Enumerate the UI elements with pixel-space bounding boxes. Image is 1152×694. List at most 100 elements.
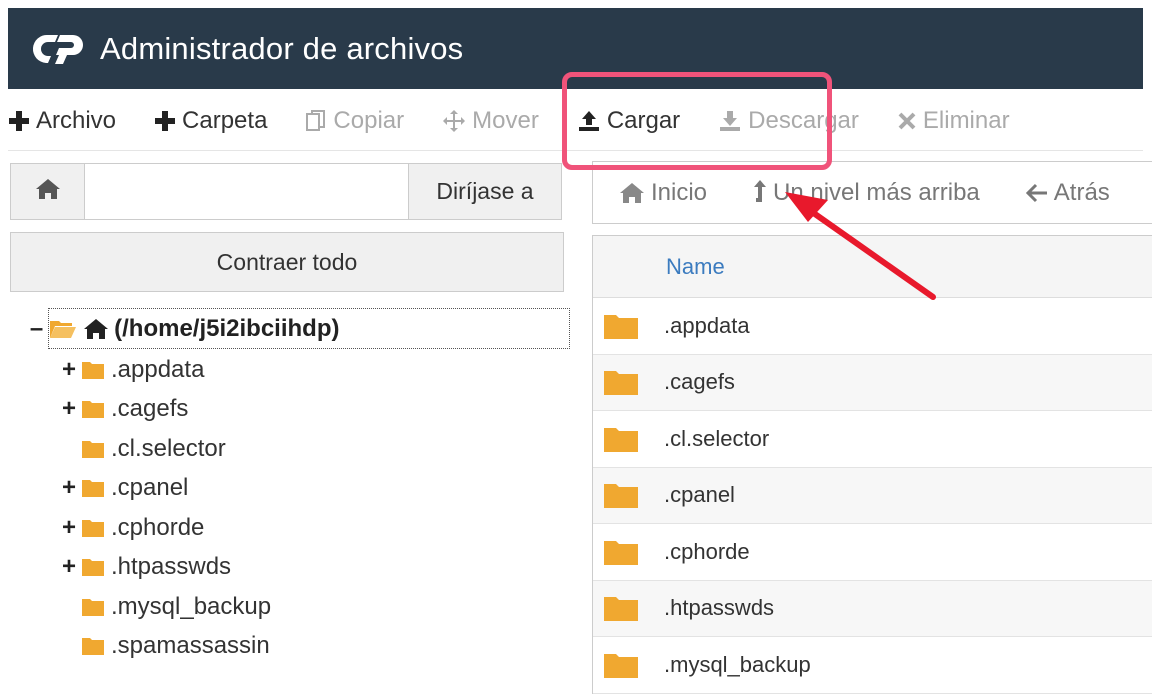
folder-icon bbox=[81, 597, 105, 617]
folder-tree: – (/home/j5i2ibciihdp) + .appdata + .cagefs… bbox=[25, 307, 570, 666]
up-level-link[interactable]: Un nivel más arriba bbox=[753, 179, 980, 207]
home-link[interactable]: Inicio bbox=[619, 179, 707, 207]
folder-icon bbox=[603, 368, 639, 396]
expand-toggle[interactable]: + bbox=[57, 356, 81, 384]
tree-item-label: .cl.selector bbox=[111, 434, 226, 462]
folder-icon bbox=[603, 594, 639, 622]
tree-item-label: .cpanel bbox=[111, 474, 189, 502]
delete-button[interactable]: Eliminar bbox=[897, 107, 1010, 135]
table-row[interactable]: .htpasswds bbox=[593, 580, 1152, 637]
folder-icon bbox=[603, 538, 639, 566]
expand-toggle[interactable]: + bbox=[57, 514, 81, 542]
toolbar: Archivo Carpeta Copiar Mover Cargar Desc… bbox=[8, 93, 1143, 148]
expand-toggle[interactable]: + bbox=[57, 395, 81, 423]
cpanel-logo bbox=[32, 34, 83, 64]
table-row[interactable]: .cl.selector bbox=[593, 411, 1152, 468]
page-title: Administrador de archivos bbox=[100, 30, 464, 66]
folder-icon bbox=[603, 425, 639, 453]
expand-toggle[interactable]: + bbox=[57, 474, 81, 502]
collapse-toggle[interactable]: – bbox=[25, 315, 48, 343]
file-name: .appdata bbox=[664, 312, 750, 338]
home-icon bbox=[35, 178, 61, 205]
file-name: .htpasswds bbox=[664, 595, 775, 621]
toolbar-divider bbox=[8, 150, 1143, 151]
table-row[interactable]: .cagefs bbox=[593, 354, 1152, 411]
new-folder-button[interactable]: Carpeta bbox=[154, 107, 267, 135]
folder-icon bbox=[81, 360, 105, 380]
tree-item-label: .htpasswds bbox=[111, 553, 232, 581]
close-icon bbox=[897, 111, 917, 131]
expand-toggle[interactable]: + bbox=[57, 553, 81, 581]
delete-label: Eliminar bbox=[922, 106, 1010, 134]
back-link[interactable]: Atrás bbox=[1025, 178, 1110, 207]
move-icon bbox=[442, 109, 466, 133]
plus-icon bbox=[8, 110, 30, 132]
tree-item[interactable]: + .htpasswds bbox=[57, 548, 570, 588]
go-button[interactable]: Diríjase a bbox=[408, 164, 561, 219]
file-name: .mysql_backup bbox=[664, 651, 811, 677]
tree-item[interactable]: + .appdata bbox=[57, 350, 570, 390]
tree-item-label: .cagefs bbox=[111, 395, 189, 423]
new-folder-label: Carpeta bbox=[182, 106, 268, 134]
path-navigator: Diríjase a bbox=[10, 163, 562, 220]
path-input[interactable] bbox=[85, 164, 408, 219]
tree-root[interactable]: – (/home/j5i2ibciihdp) bbox=[25, 307, 570, 350]
table-header: Name bbox=[593, 236, 1152, 298]
folder-icon bbox=[603, 481, 639, 509]
folder-icon bbox=[81, 439, 105, 459]
folder-icon bbox=[81, 399, 105, 419]
file-name: .cpanel bbox=[664, 482, 735, 508]
back-label: Atrás bbox=[1053, 178, 1110, 206]
upload-label: Cargar bbox=[606, 106, 681, 134]
upload-icon bbox=[577, 109, 601, 133]
home-icon bbox=[619, 182, 645, 204]
tree-item-label: .spamassassin bbox=[111, 632, 270, 660]
directory-nav: Inicio Un nivel más arriba Atrás bbox=[592, 161, 1152, 224]
move-label: Mover bbox=[472, 106, 539, 134]
upload-button[interactable]: Cargar bbox=[577, 107, 680, 135]
tree-item[interactable]: .spamassassin bbox=[57, 627, 570, 667]
download-label: Descargar bbox=[748, 106, 859, 134]
move-button[interactable]: Mover bbox=[442, 107, 539, 135]
download-button[interactable]: Descargar bbox=[718, 107, 859, 135]
copy-label: Copiar bbox=[333, 106, 405, 134]
plus-icon bbox=[154, 110, 176, 132]
download-icon bbox=[718, 109, 742, 133]
file-name: .cl.selector bbox=[664, 425, 770, 451]
folder-icon bbox=[81, 557, 105, 577]
home-link-label: Inicio bbox=[651, 178, 708, 206]
app-header: Administrador de archivos bbox=[8, 8, 1143, 89]
tree-item[interactable]: .mysql_backup bbox=[57, 587, 570, 627]
tree-item[interactable]: .cl.selector bbox=[57, 429, 570, 469]
table-row[interactable]: .cpanel bbox=[593, 467, 1152, 524]
folder-icon bbox=[81, 518, 105, 538]
tree-item[interactable]: + .cpanel bbox=[57, 469, 570, 509]
copy-icon bbox=[305, 109, 327, 133]
name-column-header[interactable]: Name bbox=[666, 254, 725, 280]
folder-icon bbox=[81, 478, 105, 498]
table-row[interactable]: .mysql_backup bbox=[593, 637, 1152, 694]
table-row[interactable]: .appdata bbox=[593, 298, 1152, 355]
folder-open-icon bbox=[49, 319, 77, 339]
tree-item[interactable]: + .cagefs bbox=[57, 390, 570, 430]
tree-root-label: (/home/j5i2ibciihdp) bbox=[114, 314, 340, 342]
tree-item-label: .mysql_backup bbox=[111, 592, 272, 620]
collapse-all-button[interactable]: Contraer todo bbox=[10, 232, 564, 292]
file-name: .cphorde bbox=[664, 538, 750, 564]
tree-item[interactable]: + .cphorde bbox=[57, 508, 570, 548]
level-up-icon bbox=[753, 179, 767, 207]
home-button[interactable] bbox=[11, 164, 85, 219]
folder-icon bbox=[81, 636, 105, 656]
arrow-left-icon bbox=[1025, 183, 1048, 203]
new-file-button[interactable]: Archivo bbox=[8, 107, 116, 135]
file-name: .cagefs bbox=[664, 369, 735, 395]
file-table: Name .appdata .cagefs .cl.selector .cpanel.… bbox=[592, 235, 1152, 694]
home-icon bbox=[83, 318, 109, 340]
tree-item-label: .appdata bbox=[111, 355, 205, 383]
up-level-label: Un nivel más arriba bbox=[773, 178, 980, 206]
copy-button[interactable]: Copiar bbox=[305, 107, 404, 135]
table-row[interactable]: .cphorde bbox=[593, 524, 1152, 581]
tree-item-label: .cphorde bbox=[111, 513, 205, 541]
new-file-label: Archivo bbox=[36, 106, 117, 134]
folder-icon bbox=[603, 312, 639, 340]
